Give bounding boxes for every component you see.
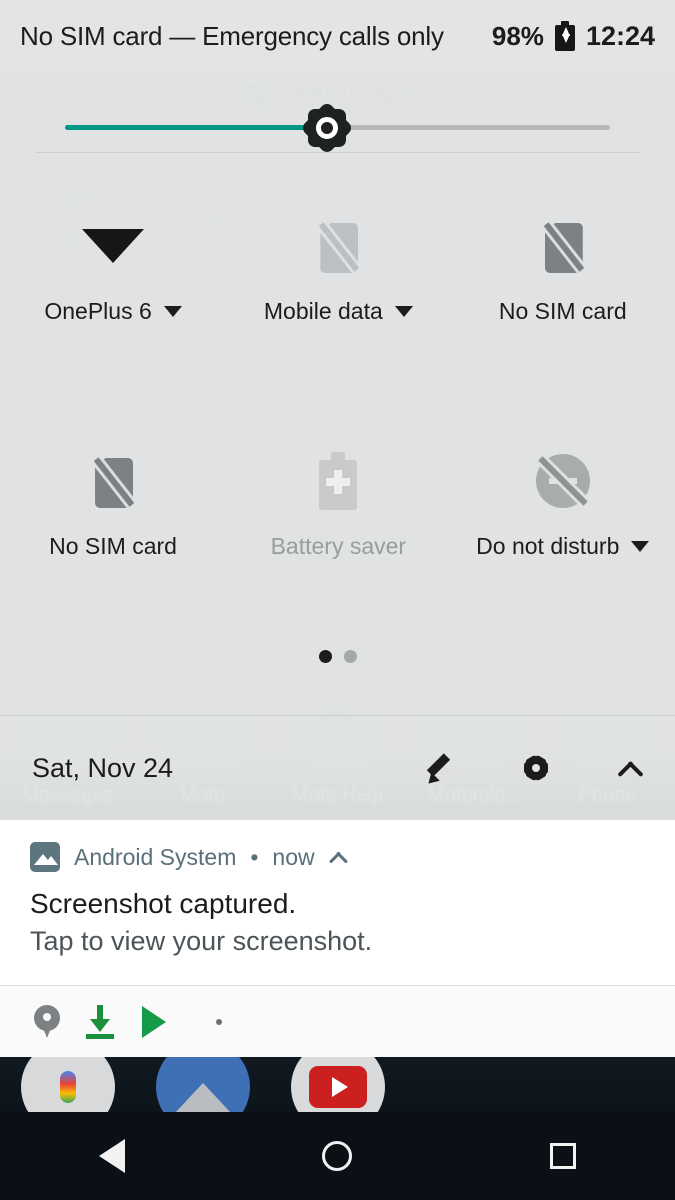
notification-shade: Android System • now Screenshot captured… — [0, 820, 675, 985]
qs-divider — [36, 152, 639, 153]
carrier-label: No SIM card — Emergency calls only — [20, 20, 444, 51]
qs-page-indicator — [0, 650, 675, 663]
notification-app-name: Android System — [74, 843, 237, 870]
notification-separator: • — [250, 843, 259, 870]
status-bar-right: 98% 12:24 — [492, 21, 655, 52]
qs-tile-label: Battery saver — [270, 533, 407, 559]
status-icon-strip — [0, 985, 675, 1057]
qs-tile-no-sim-1[interactable]: No SIM card — [451, 182, 675, 367]
brightness-sun-icon[interactable] — [300, 101, 354, 155]
location-pin-icon[interactable] — [34, 1004, 60, 1039]
notification-screenshot-captured[interactable]: Android System • now Screenshot captured… — [0, 820, 675, 957]
download-icon[interactable] — [86, 1004, 114, 1039]
chevron-down-icon[interactable] — [631, 541, 650, 552]
notification-body: Tap to view your screenshot. — [30, 926, 373, 956]
photo-image-icon — [30, 842, 60, 872]
overflow-dot-icon — [216, 1018, 222, 1025]
brightness-slider[interactable] — [0, 100, 675, 156]
brightness-fill — [65, 125, 327, 130]
date-label: Sat, Nov 24 — [32, 752, 174, 783]
status-bar: No SIM card — Emergency calls only 98% 1… — [0, 0, 675, 72]
notification-title: Screenshot captured. — [30, 888, 297, 919]
page-dot-active[interactable] — [318, 650, 332, 663]
battery-charging-icon — [554, 21, 575, 51]
qs-tile-no-sim-2[interactable]: No SIM card — [0, 417, 226, 602]
wifi-icon — [82, 206, 145, 286]
page-dot-inactive[interactable] — [343, 650, 357, 663]
chevron-down-icon[interactable] — [163, 306, 182, 317]
play-store-icon[interactable] — [140, 1005, 168, 1038]
qs-tile-battery-saver[interactable]: Battery saver — [226, 417, 450, 602]
qs-tile-mobile-data[interactable]: Mobile data — [226, 182, 450, 367]
qs-tile-wifi[interactable]: OnePlus 6 — [0, 182, 226, 367]
chevron-up-icon[interactable] — [329, 847, 349, 867]
qs-tile-label: Do not disturb — [476, 533, 620, 559]
home-circle-icon[interactable] — [322, 1141, 353, 1171]
battery-saver-icon — [319, 441, 358, 521]
back-triangle-icon[interactable] — [98, 1139, 125, 1173]
chevron-down-icon[interactable] — [394, 306, 413, 317]
qs-footer-actions — [421, 751, 643, 788]
qs-tile-label: Mobile data — [263, 298, 383, 324]
qs-tile-label: No SIM card — [498, 298, 627, 324]
qs-tile-label: OnePlus 6 — [44, 298, 152, 324]
chevron-up-collapse-icon[interactable] — [617, 755, 643, 781]
do-not-disturb-icon — [535, 441, 590, 521]
gear-settings-icon[interactable] — [519, 751, 553, 785]
battery-percent-label: 98% — [491, 20, 544, 51]
sim-card-off-icon — [89, 441, 137, 521]
notification-header: Android System • now — [0, 820, 675, 872]
qs-tile-label: No SIM card — [49, 533, 177, 559]
pencil-edit-icon[interactable] — [421, 751, 455, 788]
mobile-data-icon — [314, 206, 362, 286]
qs-tile-row-2: No SIM card Battery saver Do not disturb — [0, 417, 675, 602]
notification-time: now — [272, 843, 315, 870]
clock-label: 12:24 — [585, 20, 655, 51]
quick-settings-footer: Sat, Nov 24 — [0, 715, 675, 820]
navigation-bar — [0, 1112, 675, 1200]
qs-tile-do-not-disturb[interactable]: Do not disturb — [451, 417, 675, 602]
sim-card-off-icon — [539, 206, 587, 286]
quick-settings-panel: OnePlus 6 Mobile data No SIM card No SIM… — [0, 72, 675, 715]
recents-square-icon[interactable] — [550, 1143, 577, 1169]
android-screen: Search apps +×−÷ Calculator 24 Calendar … — [0, 0, 675, 1200]
qs-tile-row-1: OnePlus 6 Mobile data No SIM card — [0, 182, 675, 367]
